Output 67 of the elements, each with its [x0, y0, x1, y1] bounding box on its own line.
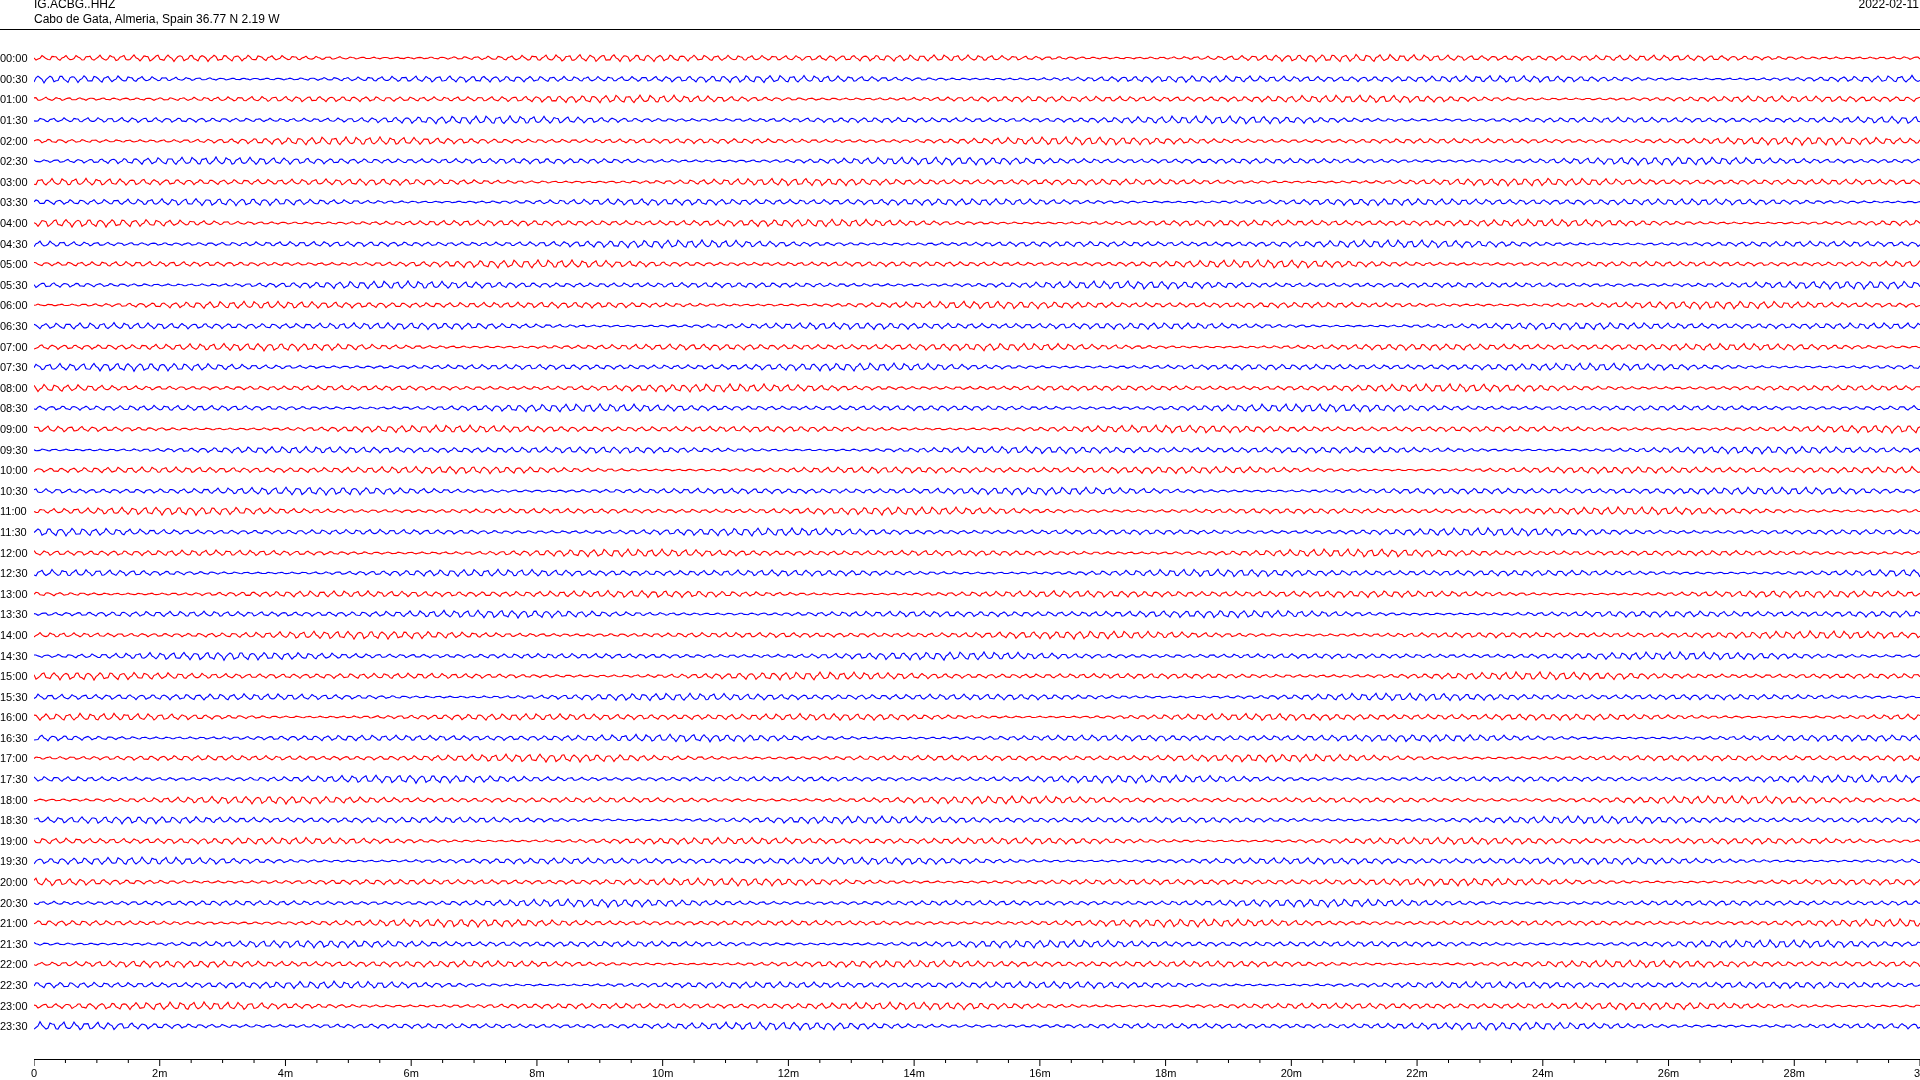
time-label: 08:00: [0, 381, 29, 394]
time-label: 16:00: [0, 711, 29, 724]
time-label: 21:00: [0, 917, 29, 930]
time-label: 09:30: [0, 443, 29, 456]
station-location: Cabo de Gata, Almeria, Spain 36.77 N 2.19 W: [34, 12, 280, 26]
time-label: 11:00: [0, 505, 28, 518]
time-label: 05:00: [0, 258, 29, 271]
time-label: 12:30: [0, 567, 29, 580]
axis-tick-label: 8m: [529, 1066, 545, 1079]
axis-tick-label: 28m: [1783, 1066, 1805, 1079]
axis-tick-label: 2m: [152, 1066, 168, 1079]
time-label: 14:30: [0, 649, 29, 662]
time-label: 01:00: [0, 93, 29, 106]
time-label: 15:30: [0, 690, 29, 703]
time-label: 14:00: [0, 628, 29, 641]
time-label: 03:30: [0, 196, 29, 209]
axis-tick-label: 26m: [1657, 1066, 1680, 1079]
time-label: 13:30: [0, 608, 29, 621]
time-label: 20:00: [0, 876, 29, 889]
axis-tick-label: 3: [1913, 1066, 1920, 1079]
station-code: IG.ACBG..HHZ: [34, 0, 117, 11]
time-label: 00:00: [0, 52, 29, 65]
time-label: 17:30: [0, 773, 29, 786]
time-label: 19:00: [0, 834, 29, 847]
time-label: 23:30: [0, 1020, 29, 1033]
axis-tick-label: 4m: [277, 1066, 294, 1079]
axis-tick-label: 6m: [403, 1066, 419, 1079]
axis-tick-label: 12m: [777, 1066, 800, 1079]
time-label: 06:30: [0, 320, 29, 332]
time-label: 22:00: [0, 958, 29, 971]
time-label: 15:00: [0, 670, 29, 683]
axis-tick-label: 24m: [1532, 1066, 1554, 1079]
time-label: 02:00: [0, 134, 29, 147]
time-label: 03:00: [0, 175, 29, 188]
time-label: 05:30: [0, 278, 29, 291]
time-label: 13:00: [0, 587, 29, 600]
time-label: 16:30: [0, 731, 29, 744]
time-label: 22:30: [0, 979, 29, 991]
axis-tick-label: 20m: [1280, 1066, 1303, 1079]
date-label: 2022-02-11: [1858, 0, 1920, 13]
time-label: 08:30: [0, 402, 29, 415]
time-label: 06:00: [0, 299, 29, 312]
time-label: 12:00: [0, 546, 29, 559]
time-label: 19:30: [0, 855, 29, 868]
time-label: 10:30: [0, 484, 29, 497]
time-label: 09:00: [0, 423, 29, 435]
axis-tick-label: 10m: [651, 1066, 674, 1079]
time-label: 20:30: [0, 896, 29, 909]
time-label: 07:30: [0, 361, 29, 374]
axis-tick-label: 16m: [1029, 1066, 1051, 1079]
axis-tick-label: 18m: [1154, 1066, 1177, 1079]
time-label: 04:30: [0, 237, 29, 250]
time-label: 02:30: [0, 155, 29, 168]
time-label: 18:00: [0, 793, 29, 806]
time-label: 18:30: [0, 814, 29, 827]
time-label: 01:30: [0, 114, 29, 127]
time-label: 17:00: [0, 752, 29, 765]
axis-tick-label: 0: [31, 1066, 38, 1079]
time-label: 10:00: [0, 464, 29, 477]
time-label: 07:00: [0, 340, 29, 353]
time-label: 23:00: [0, 999, 29, 1012]
time-label: 04:00: [0, 217, 29, 230]
axis-tick-label: 14m: [903, 1066, 925, 1079]
axis-tick-label: 22m: [1406, 1066, 1428, 1079]
time-label: 21:30: [0, 937, 29, 950]
time-label: 00:30: [0, 72, 29, 85]
time-label: 11:30: [0, 525, 28, 538]
